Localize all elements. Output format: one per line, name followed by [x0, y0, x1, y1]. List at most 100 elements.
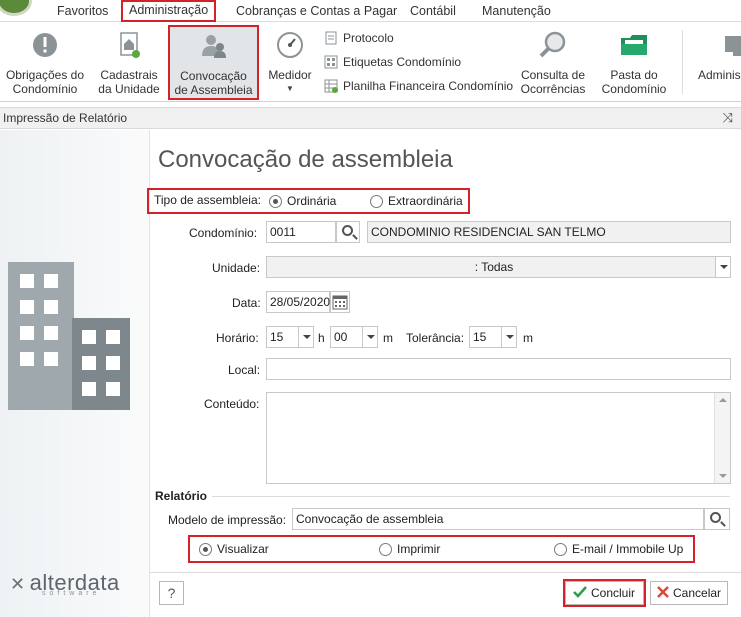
convocacao-label-1: Convocação: [180, 69, 247, 83]
radio-extraordinaria[interactable]: [370, 195, 383, 208]
medidor-label: Medidor: [268, 68, 312, 82]
tol-unit: m: [523, 331, 533, 345]
local-input[interactable]: [266, 358, 731, 380]
planilha-button[interactable]: Planilha Financeira Condomínio: [324, 77, 513, 95]
radio-email[interactable]: [554, 543, 567, 556]
labels-icon: [324, 55, 338, 69]
protocolo-label: Protocolo: [343, 31, 394, 45]
chevron-down-icon: ▼: [286, 84, 294, 93]
window-titlebar: Impressão de Relatório ⤨: [0, 107, 741, 129]
chevron-down-icon[interactable]: [715, 257, 730, 277]
form-title: Convocação de assembleia: [158, 146, 453, 173]
email-label: E-mail / Immobile Up: [572, 542, 684, 556]
tolerancia-label: Tolerância:: [406, 331, 465, 345]
consulta-label-2: Ocorrências: [520, 82, 586, 96]
horario-label: Horário:: [216, 331, 259, 345]
cancel-x-icon: [657, 586, 669, 598]
etiquetas-button[interactable]: Etiquetas Condomínio: [324, 53, 461, 71]
modelo-search-button[interactable]: [704, 508, 730, 530]
cadastrais-label-2: da Unidade: [98, 82, 160, 96]
imprimir-label: Imprimir: [397, 542, 441, 556]
check-icon: [573, 586, 587, 598]
magnifier-icon: [539, 31, 566, 58]
m-unit: m: [383, 331, 393, 345]
conteudo-scrollbar[interactable]: [714, 393, 730, 483]
section-divider: [212, 496, 730, 497]
condominio-name-field: CONDOMINIO RESIDENCIAL SAN TELMO: [367, 221, 731, 243]
radio-visualizar[interactable]: [199, 543, 212, 556]
scroll-down-icon[interactable]: [719, 474, 727, 478]
condominio-code-input[interactable]: 0011: [266, 221, 336, 243]
gauge-icon: [277, 32, 303, 58]
brand-mark-icon: ✕: [10, 574, 26, 594]
modelo-label: Modelo de impressão:: [168, 513, 287, 527]
condominio-label: Condomínio:: [189, 226, 258, 240]
chevron-down-icon[interactable]: [362, 327, 377, 347]
admin-label: Adminis: [698, 68, 741, 82]
brand-subtitle: software: [42, 590, 101, 597]
radio-ordinaria[interactable]: [269, 195, 282, 208]
chevron-down-icon[interactable]: [501, 327, 516, 347]
help-button[interactable]: ?: [159, 581, 184, 605]
data-label: Data:: [232, 296, 261, 310]
cancelar-button[interactable]: Cancelar: [650, 581, 728, 605]
unidade-value: : Todas: [474, 260, 514, 274]
cancelar-label: Cancelar: [673, 586, 722, 600]
hora-value: 15: [270, 330, 284, 344]
people-icon: [201, 35, 226, 58]
convocacao-label-2: de Assembleia: [174, 83, 253, 97]
condominio-search-button[interactable]: [336, 221, 360, 243]
h-unit: h: [318, 331, 325, 345]
minuto-select[interactable]: 00: [330, 326, 378, 348]
unidade-label: Unidade:: [212, 261, 261, 275]
output-options-group: Visualizar Imprimir E-mail / Immobile Up: [188, 535, 695, 563]
menu-manutencao[interactable]: Manutenção: [476, 3, 557, 21]
medidor-button[interactable]: Medidor ▼: [262, 26, 318, 98]
cadastrais-button[interactable]: Cadastrais da Unidade: [94, 26, 164, 98]
menu-favoritos[interactable]: Favoritos: [51, 3, 114, 21]
visualizar-label: Visualizar: [217, 542, 269, 556]
hora-select[interactable]: 15: [266, 326, 314, 348]
footer-divider: [150, 572, 741, 573]
close-icon[interactable]: ⤨: [723, 110, 733, 126]
conteudo-label: Conteúdo:: [204, 397, 260, 411]
unidade-select[interactable]: : Todas: [266, 256, 731, 278]
tolerancia-value: 15: [473, 330, 487, 344]
modelo-input[interactable]: Convocação de assembleia: [292, 508, 704, 530]
house-doc-icon: [120, 32, 140, 58]
computer-icon: [725, 36, 741, 56]
menu-contabil[interactable]: Contábil: [404, 3, 462, 21]
extraordinaria-label: Extraordinária: [388, 194, 463, 208]
ribbon-separator: [682, 30, 683, 94]
pasta-button[interactable]: Pasta do Condomínio: [596, 26, 672, 98]
app-logo[interactable]: [0, 0, 32, 16]
concluir-button[interactable]: Concluir: [563, 579, 646, 607]
consulta-button[interactable]: Consulta de Ocorrências: [516, 26, 590, 98]
tolerancia-select[interactable]: 15: [469, 326, 517, 348]
obrigacoes-button[interactable]: Obrigações do Condomínio: [2, 26, 88, 98]
admin-button[interactable]: Adminis: [692, 26, 741, 98]
tipo-label: Tipo de assembleia:: [154, 193, 261, 207]
tipo-assembleia-group: Tipo de assembleia: Ordinária Extraordin…: [147, 188, 470, 214]
scroll-up-icon[interactable]: [719, 398, 727, 402]
chevron-down-icon[interactable]: [298, 327, 313, 347]
calendar-button[interactable]: [330, 291, 350, 313]
menu-cobrancas[interactable]: Cobranças e Contas a Pagar: [230, 3, 403, 21]
protocolo-button[interactable]: Protocolo: [324, 29, 394, 47]
conteudo-textarea[interactable]: [266, 392, 731, 484]
exclamation-icon: [33, 33, 57, 57]
data-input[interactable]: 28/05/2020: [266, 291, 330, 313]
menu-administracao[interactable]: Administração: [120, 0, 217, 22]
document-icon: [325, 31, 337, 45]
radio-imprimir[interactable]: [379, 543, 392, 556]
minuto-value: 00: [334, 330, 348, 344]
ordinaria-label: Ordinária: [287, 194, 337, 208]
obrigacoes-label-1: Obrigações do: [5, 68, 85, 82]
folder-icon: [621, 35, 647, 55]
convocacao-button[interactable]: Convocação de Assembleia: [168, 25, 259, 100]
consulta-label-1: Consulta de: [520, 68, 586, 82]
spreadsheet-icon: [324, 79, 338, 93]
pasta-label-1: Pasta do: [610, 68, 658, 82]
local-label: Local:: [228, 363, 261, 377]
window-title: Impressão de Relatório: [3, 111, 128, 125]
